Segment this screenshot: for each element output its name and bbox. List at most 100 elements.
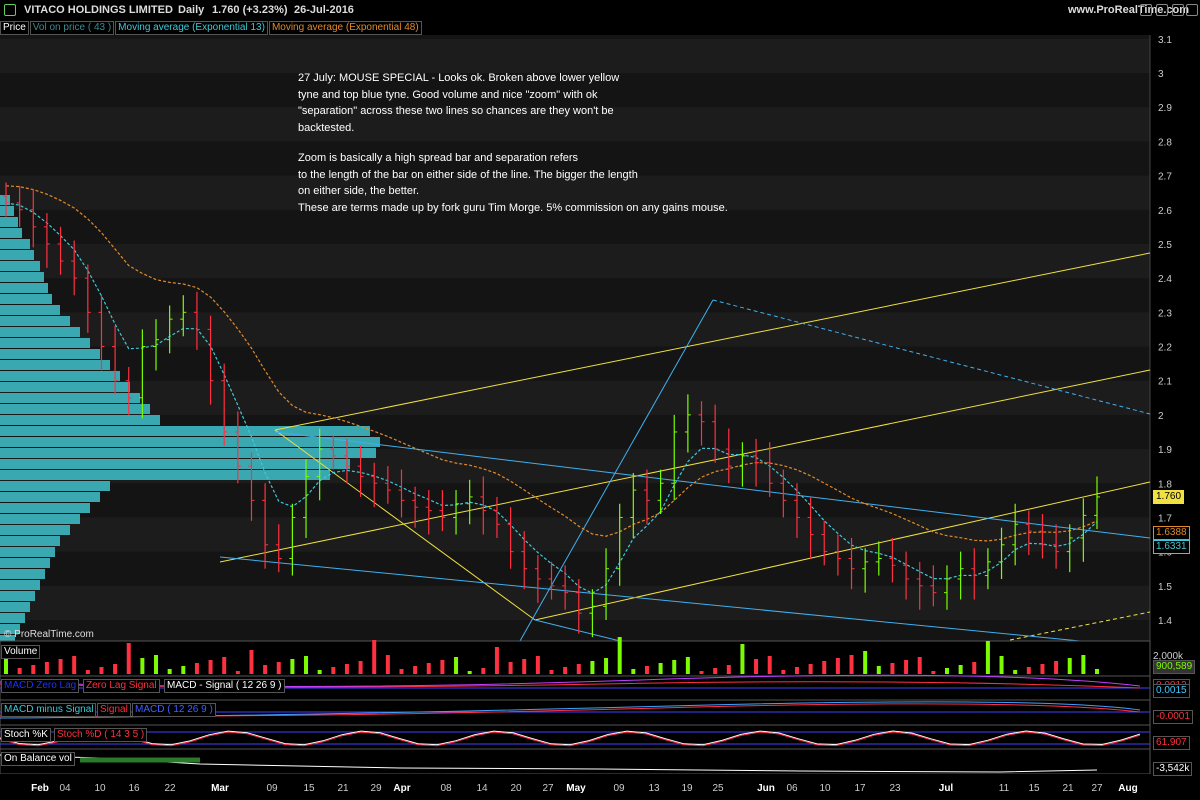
time-tick-label: 06 (786, 783, 798, 794)
volume-bar (208, 660, 213, 674)
time-tick-label: 09 (613, 783, 625, 794)
stoch-d-label[interactable]: Stoch %D ( 14 3 5 ) (54, 728, 148, 742)
profile-bar (0, 492, 100, 502)
profile-bar (0, 415, 160, 425)
time-tick-label: 04 (59, 783, 71, 794)
volume-bar (794, 667, 799, 674)
profile-bar (0, 217, 18, 227)
volume-bar (494, 647, 499, 674)
time-tick-label: 13 (648, 783, 660, 794)
time-tick-label: 15 (303, 783, 315, 794)
profile-bar (0, 459, 350, 469)
macd-zero-lag-label[interactable]: MACD Zero Lag (1, 679, 80, 693)
volume-bar (413, 666, 418, 674)
macd-minus-signal-label[interactable]: MACD minus Signal (1, 703, 97, 717)
volume-bar (535, 656, 540, 674)
volume-bar (508, 662, 513, 674)
annotation-line: "separation" across these two lines so c… (298, 105, 614, 117)
macd1-value: 0.0015 (1153, 684, 1190, 698)
band (0, 38, 1150, 73)
profile-bar (0, 327, 80, 337)
profile-bar (0, 525, 70, 535)
time-tick-label: 19 (681, 783, 693, 794)
profile-bar (0, 272, 44, 282)
volume-bar (372, 640, 377, 674)
volume-bar (590, 661, 595, 674)
price-tick-label: 2.3 (1158, 308, 1172, 319)
volume-bar (1054, 661, 1059, 674)
volume-bar (576, 664, 581, 674)
time-tick-label: 27 (542, 783, 554, 794)
volume-bar (235, 671, 240, 674)
volume-bar (944, 668, 949, 674)
volume-bar (767, 656, 772, 674)
time-tick-label: 08 (440, 783, 452, 794)
close-icon[interactable] (1186, 4, 1198, 16)
volume-bar (1081, 655, 1086, 674)
volume-bar (331, 667, 336, 674)
time-axis-bg (0, 774, 1200, 800)
annotation-block-2: Zoom is basically a high spread bar and … (298, 150, 728, 216)
time-tick-label: 17 (854, 783, 866, 794)
volume-bar (863, 651, 868, 674)
volume-bar (781, 670, 786, 674)
volume-bar (304, 656, 309, 674)
volume-bar (167, 669, 172, 674)
macd-signal-label[interactable]: MACD - Signal ( 12 26 9 ) (164, 679, 285, 693)
band (0, 243, 1150, 279)
price-tick-label: 1.7 (1158, 513, 1172, 524)
price-tick-label: 2.1 (1158, 377, 1172, 388)
macd-label[interactable]: MACD ( 12 26 9 ) (132, 703, 216, 717)
profile-bar (0, 481, 110, 491)
time-tick-label: 10 (819, 783, 831, 794)
price-tick-label: 3 (1158, 69, 1164, 80)
time-tick-label: Feb (31, 783, 49, 794)
profile-bar (0, 228, 22, 238)
volume-bar (344, 664, 349, 674)
maximize-icon[interactable] (1156, 4, 1168, 16)
annotation-line: Zoom is basically a high spread bar and … (298, 152, 579, 164)
volume-bar (249, 650, 254, 674)
profile-bar (0, 613, 25, 623)
annotation-line: 27 July: MOUSE SPECIAL - Looks ok. Broke… (298, 72, 620, 84)
volume-bar (1026, 667, 1031, 674)
volume-bar (563, 667, 568, 674)
minimize-icon[interactable] (1140, 4, 1152, 16)
profile-bar (0, 514, 80, 524)
annotation-line: tyne and top blue tyne. Good volume and … (298, 88, 598, 101)
volume-bar (958, 665, 963, 674)
profile-bar (0, 382, 130, 392)
stoch-k-label[interactable]: Stoch %K (1, 728, 51, 742)
profile-bar (0, 360, 110, 370)
profile-bar (0, 547, 55, 557)
chart-window: VITACO HOLDINGS LIMITED Daily 1.760 (+3.… (0, 0, 1200, 800)
volume-bar (522, 659, 527, 674)
volume-bar (644, 666, 649, 674)
volume-bar (454, 657, 459, 674)
profile-bar (0, 338, 90, 348)
signal-label[interactable]: Signal (97, 703, 131, 717)
profile-bar (0, 349, 100, 359)
time-tick-label: 09 (266, 783, 278, 794)
volume-bar (1067, 658, 1072, 674)
volume-bar (467, 671, 472, 674)
restore-icon[interactable] (1172, 4, 1184, 16)
obv-label[interactable]: On Balance vol (1, 752, 75, 766)
profile-bar (0, 503, 90, 513)
volume-bar (385, 655, 390, 674)
stoch-value: 61.907 (1153, 736, 1190, 750)
ema13-price-label: 1.6331 (1153, 540, 1190, 554)
profile-bar (0, 294, 52, 304)
profile-bar (0, 206, 14, 216)
volume-bar (658, 663, 663, 674)
volume-bar (1040, 664, 1045, 674)
time-tick-label: 22 (164, 783, 176, 794)
volume-panel-label[interactable]: Volume (1, 645, 41, 659)
volume-bar (726, 665, 731, 674)
volume-bar (31, 665, 36, 674)
volume-bar (917, 657, 922, 674)
volume-bar (890, 663, 895, 674)
price-tick-label: 2.5 (1158, 240, 1172, 251)
band (0, 312, 1150, 347)
zero-lag-signal-label[interactable]: Zero Lag Signal (83, 679, 160, 693)
